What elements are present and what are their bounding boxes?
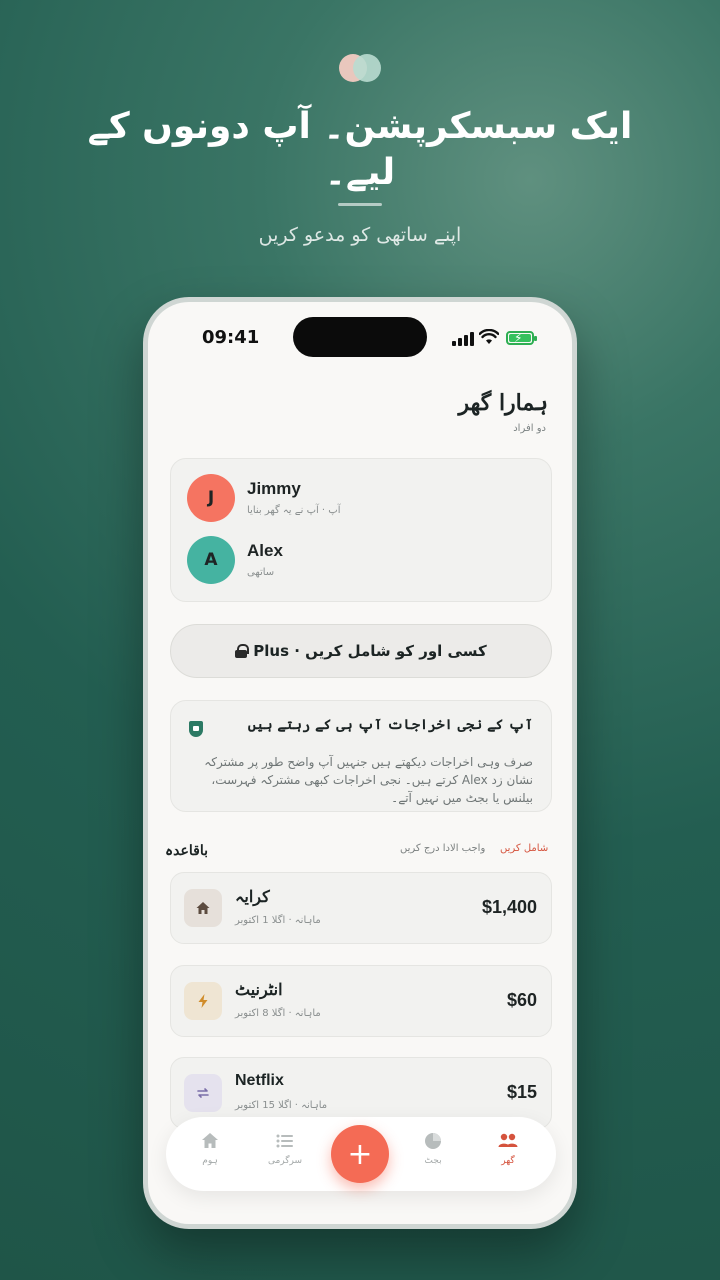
tab-label: ہوم — [202, 1156, 218, 1166]
phone-frame: 09:41 ⚡ ہمارا گھر دو افراد J Jimmy آپ · … — [143, 297, 577, 1229]
expense-meta: ماہانہ · اگلا 8 اکتوبر — [235, 1008, 321, 1019]
dynamic-island — [293, 317, 427, 357]
privacy-title: آپ کے نجی اخراجات آپ ہی کے رہتے ہیں — [247, 717, 533, 733]
battery-icon: ⚡ — [506, 331, 537, 345]
expense-row-internet[interactable]: انٹرنیٹ ماہانہ · اگلا 8 اکتوبر $60 — [170, 965, 552, 1037]
signal-icon — [452, 332, 474, 346]
add-member-label: کسی اور کو شامل کریں · Plus — [253, 642, 487, 660]
tab-activity[interactable]: سرگرمی — [255, 1131, 315, 1166]
member-role: ساتھی — [247, 567, 275, 578]
tab-home[interactable]: ہوم — [180, 1131, 240, 1166]
page-title: ہمارا گھر — [458, 390, 548, 416]
avatar: J — [187, 474, 235, 522]
people-icon — [478, 1131, 538, 1153]
members-card: J Jimmy آپ · آپ نے یہ گھر بنایا A Alex س… — [170, 458, 552, 602]
member-row-alex[interactable]: A Alex ساتھی — [187, 536, 527, 586]
repeat-icon — [184, 1074, 222, 1112]
page-subtitle: دو افراد — [513, 423, 546, 434]
home-icon — [180, 1131, 240, 1153]
member-row-jimmy[interactable]: J Jimmy آپ · آپ نے یہ گھر بنایا — [187, 474, 527, 524]
expense-amount: $60 — [506, 990, 537, 1010]
member-name: Alex — [247, 541, 283, 560]
tab-household[interactable]: گھر — [478, 1131, 538, 1166]
privacy-card: آپ کے نجی اخراجات آپ ہی کے رہتے ہیں صرف … — [170, 700, 552, 812]
lightning-icon — [184, 982, 222, 1020]
expense-name: Netflix — [235, 1072, 284, 1089]
tab-budget[interactable]: بجٹ — [403, 1131, 463, 1166]
member-name: Jimmy — [247, 479, 301, 498]
privacy-body: صرف وہی اخراجات دیکھتے ہیں جنہیں آپ واضح… — [204, 755, 533, 805]
expense-row-rent[interactable]: کرایہ ماہانہ · اگلا 1 اکتوبر $1,400 — [170, 872, 552, 944]
status-bar: 09:41 ⚡ — [148, 302, 572, 372]
headline: ایک سبسکرپشن۔ آپ دونوں کے لیے۔ — [87, 106, 633, 193]
add-expense-button[interactable]: + — [331, 1125, 389, 1183]
add-debt-link[interactable]: واجب الادا درج کریں — [400, 843, 485, 854]
phone-screen: 09:41 ⚡ ہمارا گھر دو افراد J Jimmy آپ · … — [148, 302, 572, 1224]
tab-label: بجٹ — [424, 1156, 442, 1166]
house-icon — [184, 889, 222, 927]
app-logo — [339, 54, 381, 82]
pie-chart-icon — [403, 1131, 463, 1153]
expense-name: انٹرنیٹ — [235, 980, 283, 999]
tab-bar: ہوم سرگرمی + بجٹ گھر — [166, 1117, 556, 1191]
wifi-icon — [479, 329, 499, 344]
expense-name: کرایہ — [235, 887, 270, 906]
list-icon — [255, 1131, 315, 1153]
avatar: A — [187, 536, 235, 584]
lock-icon — [235, 644, 250, 658]
tab-label: گھر — [501, 1156, 515, 1166]
subline: اپنے ساتھی کو مدعو کریں — [258, 224, 462, 246]
expense-meta: ماہانہ · اگلا 1 اکتوبر — [235, 915, 321, 926]
add-member-button[interactable]: کسی اور کو شامل کریں · Plus — [170, 624, 552, 678]
recurring-title: باقاعدہ — [164, 843, 208, 859]
expense-amount: $15 — [506, 1082, 537, 1102]
status-time: 09:41 — [202, 327, 260, 348]
member-role: آپ · آپ نے یہ گھر بنایا — [247, 505, 341, 516]
divider — [338, 203, 382, 206]
expense-meta: ماہانہ · اگلا 15 اکتوبر — [235, 1100, 328, 1111]
expense-amount: $1,400 — [481, 897, 537, 917]
tab-label: سرگرمی — [267, 1156, 303, 1166]
add-recurring-link[interactable]: شامل کریں — [500, 843, 548, 854]
